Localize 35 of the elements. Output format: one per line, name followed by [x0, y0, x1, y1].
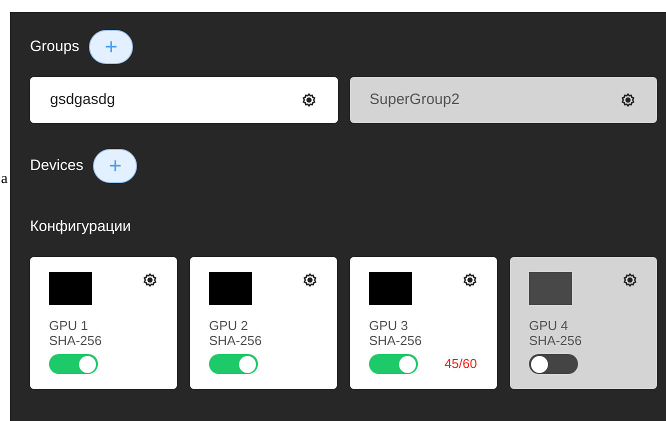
device-card[interactable]: GPU 4 SHA-256 — [510, 257, 657, 389]
device-name: GPU 3 — [369, 318, 410, 333]
section-title: Конфигурации — [30, 216, 131, 237]
section-title: Devices — [30, 156, 84, 176]
algorithm-label: SHA-256 — [529, 333, 583, 348]
device-card[interactable]: GPU 3 SHA-256 45/60 — [350, 257, 497, 389]
settings-icon[interactable] — [463, 273, 477, 287]
device-name: GPU 2 — [209, 318, 250, 333]
device-thumbnail — [209, 272, 252, 305]
device-name: GPU 1 — [49, 318, 90, 333]
settings-icon[interactable] — [623, 273, 637, 287]
toggle-switch[interactable] — [209, 354, 258, 374]
counter-text: 45/60 — [444, 355, 477, 374]
group-card[interactable]: SuperGroup2 — [350, 77, 657, 123]
algorithm-label: SHA-256 — [49, 333, 103, 348]
device-card[interactable]: GPU 1 SHA-256 — [30, 257, 177, 389]
group-card[interactable]: gsdgasdg — [30, 77, 338, 123]
toggle-switch[interactable] — [529, 354, 578, 374]
settings-icon[interactable] — [303, 273, 317, 287]
stray-text: a — [1, 172, 8, 187]
algorithm-label: SHA-256 — [209, 333, 263, 348]
device-name: GPU 4 — [529, 318, 570, 333]
device-thumbnail — [369, 272, 412, 305]
device-thumbnail — [529, 272, 572, 305]
section-title: Groups — [30, 36, 80, 57]
group-name: gsdgasdg — [50, 90, 116, 110]
group-name: SuperGroup2 — [370, 90, 460, 110]
algorithm-label: SHA-256 — [369, 333, 423, 348]
settings-icon[interactable] — [143, 273, 157, 287]
device-card[interactable]: GPU 2 SHA-256 — [190, 257, 337, 389]
toggle-switch[interactable] — [49, 354, 98, 374]
device-thumbnail — [49, 272, 92, 305]
toggle-switch[interactable] — [369, 354, 418, 374]
settings-icon[interactable] — [302, 93, 316, 107]
settings-icon[interactable] — [621, 93, 635, 107]
